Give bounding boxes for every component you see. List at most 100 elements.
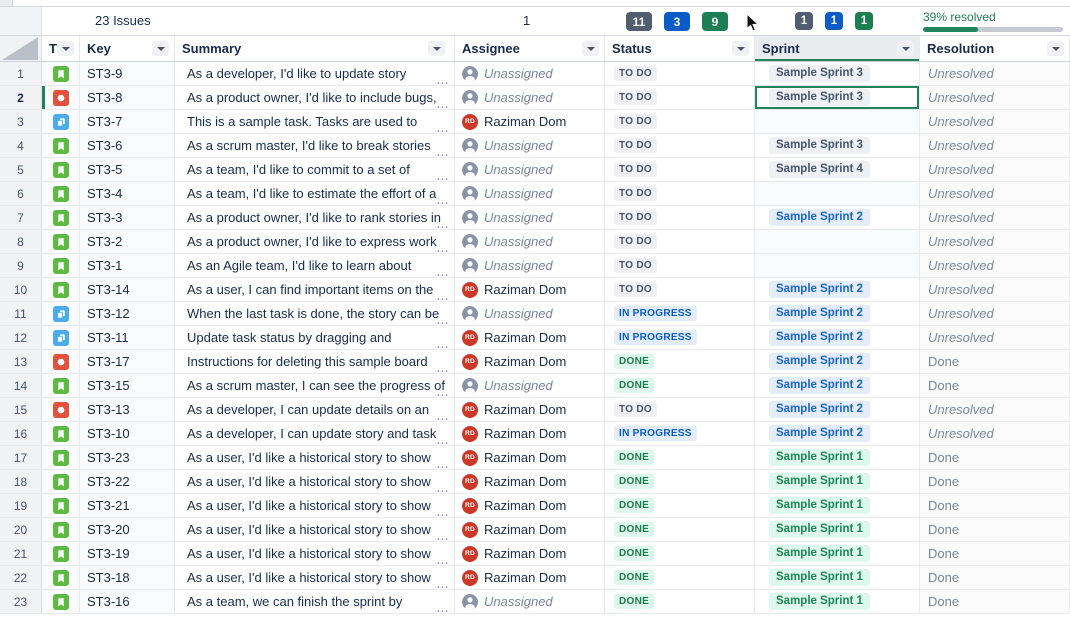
row-number[interactable]: 12 [0,326,42,349]
row-number[interactable]: 8 [0,230,42,253]
cell-status[interactable]: DONE [605,518,755,541]
row-number[interactable]: 5 [0,158,42,181]
cell-sprint[interactable]: Sample Sprint 2 [755,422,920,445]
row-number[interactable]: 17 [0,446,42,469]
cell-sprint[interactable] [755,254,920,277]
cell-summary[interactable]: As a developer, I'd like to update story… [175,62,455,85]
cell-summary[interactable]: As a product owner, I'd like to express … [175,230,455,253]
row-number[interactable]: 16 [0,422,42,445]
cell-resolution[interactable]: Done [920,566,1070,589]
cell-key[interactable]: ST3-8 [80,86,175,109]
header-cell-resolution[interactable]: Resolution [920,36,1070,61]
cell-type[interactable] [42,182,80,205]
cell-type[interactable] [42,134,80,157]
cell-status[interactable]: DONE [605,374,755,397]
cell-assignee[interactable]: RDRaziman Dom [455,326,605,349]
cell-summary[interactable]: As a user, I'd like a historical story t… [175,494,455,517]
cell-key[interactable]: ST3-15 [80,374,175,397]
cell-sprint[interactable]: Sample Sprint 1 [755,470,920,493]
cell-sprint[interactable]: Sample Sprint 3 [755,86,920,109]
cell-sprint[interactable] [755,110,920,133]
cell-type[interactable] [42,110,80,133]
cell-summary[interactable]: As a user, I'd like a historical story t… [175,542,455,565]
cell-sprint[interactable]: Sample Sprint 2 [755,278,920,301]
row-number[interactable]: 15 [0,398,42,421]
header-cell-status[interactable]: Status [605,36,755,61]
row-number[interactable]: 10 [0,278,42,301]
cell-type[interactable] [42,374,80,397]
cell-resolution[interactable]: Done [920,470,1070,493]
cell-resolution[interactable]: Done [920,446,1070,469]
cell-type[interactable] [42,470,80,493]
cell-type[interactable] [42,350,80,373]
cell-assignee[interactable]: Unassigned [455,134,605,157]
cell-assignee[interactable]: RDRaziman Dom [455,494,605,517]
cell-assignee[interactable]: RDRaziman Dom [455,278,605,301]
filter-dropdown-button-resolution[interactable] [1047,41,1064,56]
filter-dropdown-button-type[interactable] [57,41,74,56]
cell-type[interactable] [42,278,80,301]
row-number[interactable]: 19 [0,494,42,517]
cell-status[interactable]: TO DO [605,62,755,85]
cell-key[interactable]: ST3-16 [80,590,175,613]
filter-dropdown-button-status[interactable] [732,41,749,56]
row-number[interactable]: 14 [0,374,42,397]
row-number[interactable]: 11 [0,302,42,325]
cell-resolution[interactable]: Unresolved [920,62,1070,85]
row-number[interactable]: 18 [0,470,42,493]
cell-status[interactable]: TO DO [605,206,755,229]
cell-key[interactable]: ST3-4 [80,182,175,205]
cell-resolution[interactable]: Unresolved [920,254,1070,277]
cell-resolution[interactable]: Unresolved [920,422,1070,445]
cell-type[interactable] [42,446,80,469]
cell-status[interactable]: TO DO [605,278,755,301]
cell-resolution[interactable]: Unresolved [920,398,1070,421]
cell-status[interactable]: TO DO [605,134,755,157]
cell-sprint[interactable] [755,230,920,253]
cell-sprint[interactable]: Sample Sprint 2 [755,374,920,397]
filter-dropdown-button-assignee[interactable] [582,41,599,56]
cell-summary[interactable]: As a developer, I can update details on … [175,398,455,421]
cell-summary[interactable]: As a product owner, I'd like to include … [175,86,455,109]
cell-summary[interactable]: As a scrum master, I can see the progres… [175,374,455,397]
cell-summary[interactable]: As a user, I'd like a historical story t… [175,518,455,541]
cell-resolution[interactable]: Unresolved [920,278,1070,301]
cell-resolution[interactable]: Done [920,518,1070,541]
filter-dropdown-button-summary[interactable] [428,41,445,56]
cell-resolution[interactable]: Unresolved [920,230,1070,253]
cell-resolution[interactable]: Done [920,542,1070,565]
row-number[interactable]: 7 [0,206,42,229]
cell-key[interactable]: ST3-12 [80,302,175,325]
cell-key[interactable]: ST3-13 [80,398,175,421]
cell-summary[interactable]: As a team, I'd like to estimate the effo… [175,182,455,205]
cell-status[interactable]: DONE [605,446,755,469]
cell-status[interactable]: DONE [605,590,755,613]
cell-summary[interactable]: As a user, I'd like a historical story t… [175,566,455,589]
header-cell-summary[interactable]: Summary [175,36,455,61]
cell-status[interactable]: TO DO [605,230,755,253]
cell-type[interactable] [42,62,80,85]
cell-assignee[interactable]: Unassigned [455,374,605,397]
cell-sprint[interactable]: Sample Sprint 2 [755,398,920,421]
header-cell-key[interactable]: Key [80,36,175,61]
cell-key[interactable]: ST3-11 [80,326,175,349]
cell-key[interactable]: ST3-17 [80,350,175,373]
row-number[interactable]: 20 [0,518,42,541]
cell-assignee[interactable]: RDRaziman Dom [455,566,605,589]
cell-assignee[interactable]: RDRaziman Dom [455,398,605,421]
cell-resolution[interactable]: Unresolved [920,326,1070,349]
cell-summary[interactable]: As a developer, I can update story and t… [175,422,455,445]
cell-status[interactable]: TO DO [605,86,755,109]
row-number[interactable]: 2 [0,86,42,109]
cell-summary[interactable]: As a scrum master, I'd like to break sto… [175,134,455,157]
cell-summary[interactable]: This is a sample task. Tasks are used to… [175,110,455,133]
cell-type[interactable] [42,566,80,589]
cell-status[interactable]: TO DO [605,254,755,277]
cell-type[interactable] [42,326,80,349]
cell-assignee[interactable]: Unassigned [455,302,605,325]
cell-assignee[interactable]: Unassigned [455,182,605,205]
cell-summary[interactable]: As an Agile team, I'd like to learn abou… [175,254,455,277]
cell-sprint[interactable]: Sample Sprint 3 [755,62,920,85]
cell-key[interactable]: ST3-2 [80,230,175,253]
cell-status[interactable]: DONE [605,566,755,589]
